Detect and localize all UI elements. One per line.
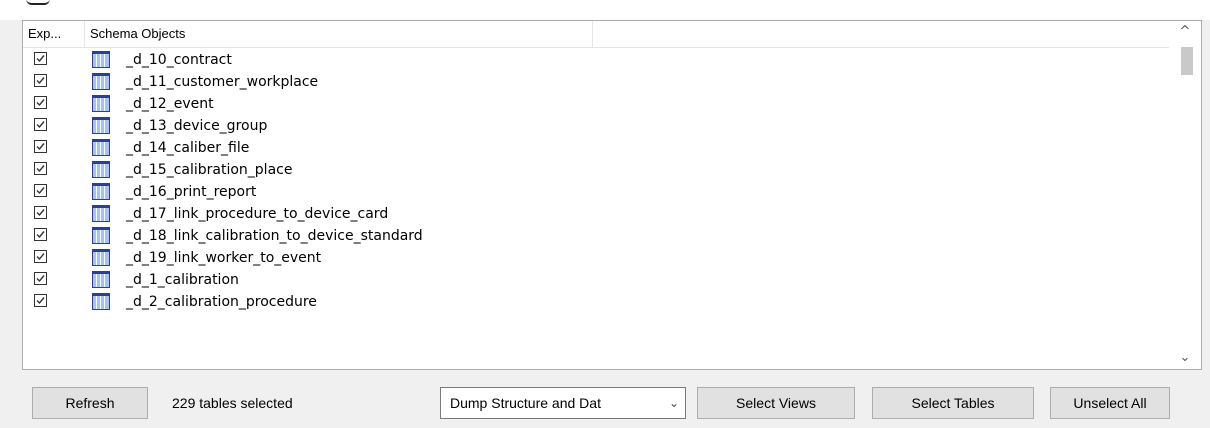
- table-row[interactable]: _d_16_print_report: [23, 181, 1169, 203]
- table-name: _d_1_calibration: [126, 272, 239, 288]
- table-name: _d_19_link_worker_to_event: [126, 250, 322, 266]
- table-row[interactable]: _d_14_caliber_file: [23, 137, 1169, 159]
- table-name: _d_17_link_procedure_to_device_card: [126, 206, 389, 222]
- export-checkbox[interactable]: [34, 162, 47, 175]
- table-row[interactable]: _d_12_event: [23, 93, 1169, 115]
- select-views-button[interactable]: Select Views: [697, 387, 855, 419]
- table-icon: [92, 249, 110, 266]
- refresh-button[interactable]: Refresh: [32, 387, 148, 419]
- export-checkbox[interactable]: [34, 228, 47, 241]
- clipped-text-fragment: [26, 0, 50, 5]
- table-row[interactable]: _d_13_device_group: [23, 115, 1169, 137]
- table-icon: [92, 139, 110, 156]
- table-icon: [92, 293, 110, 310]
- table-row[interactable]: _d_1_calibration: [23, 269, 1169, 291]
- export-checkbox[interactable]: [34, 74, 47, 87]
- unselect-all-button[interactable]: Unselect All: [1050, 387, 1170, 419]
- select-tables-button[interactable]: Select Tables: [872, 387, 1034, 419]
- list-header: Exp... Schema Objects: [23, 21, 1169, 48]
- export-checkbox[interactable]: [34, 250, 47, 263]
- table-name: _d_13_device_group: [126, 118, 268, 134]
- table-row[interactable]: _d_15_calibration_place: [23, 159, 1169, 181]
- table-icon: [92, 183, 110, 200]
- chevron-up-icon[interactable]: ^: [1169, 21, 1201, 43]
- scrollbar-thumb[interactable]: [1181, 47, 1193, 75]
- top-strip: [0, 0, 1210, 20]
- dump-mode-value: Dump Structure and Dat: [450, 395, 601, 411]
- export-checkbox[interactable]: [34, 96, 47, 109]
- dump-mode-select[interactable]: Dump Structure and Dat ⌄: [440, 387, 686, 419]
- table-icon: [92, 73, 110, 90]
- export-checkbox[interactable]: [34, 272, 47, 285]
- table-icon: [92, 161, 110, 178]
- table-row[interactable]: _d_2_calibration_procedure: [23, 291, 1169, 313]
- export-checkbox[interactable]: [34, 206, 47, 219]
- table-icon: [92, 227, 110, 244]
- table-icon: [92, 117, 110, 134]
- table-row[interactable]: _d_18_link_calibration_to_device_standar…: [23, 225, 1169, 247]
- table-name: _d_2_calibration_procedure: [126, 294, 317, 310]
- table-name: _d_11_customer_workplace: [126, 74, 319, 90]
- selection-status: 229 tables selected: [172, 395, 293, 411]
- column-header-schema-objects[interactable]: Schema Objects: [85, 21, 593, 47]
- table-row[interactable]: _d_17_link_procedure_to_device_card: [23, 203, 1169, 225]
- vertical-scrollbar[interactable]: ^ ⌄: [1169, 21, 1201, 369]
- table-name: _d_16_print_report: [126, 184, 257, 200]
- export-checkbox[interactable]: [34, 52, 47, 65]
- table-name: _d_15_calibration_place: [126, 162, 293, 178]
- export-checkbox[interactable]: [34, 118, 47, 131]
- export-checkbox[interactable]: [34, 184, 47, 197]
- table-icon: [92, 51, 110, 68]
- table-icon: [92, 271, 110, 288]
- export-checkbox[interactable]: [34, 294, 47, 307]
- table-icon: [92, 205, 110, 222]
- chevron-down-icon: ⌄: [668, 396, 679, 410]
- table-name: _d_10_contract: [126, 52, 232, 68]
- list-rows: _d_10_contract _d_11_customer_workplace _d…: [23, 49, 1169, 369]
- chevron-down-icon[interactable]: ⌄: [1169, 347, 1201, 369]
- table-name: _d_14_caliber_file: [126, 140, 250, 156]
- table-name: _d_18_link_calibration_to_device_standar…: [126, 228, 423, 244]
- table-row[interactable]: _d_10_contract: [23, 49, 1169, 71]
- column-header-export[interactable]: Exp...: [23, 21, 85, 47]
- export-checkbox[interactable]: [34, 140, 47, 153]
- table-name: _d_12_event: [126, 96, 214, 112]
- table-row[interactable]: _d_11_customer_workplace: [23, 71, 1169, 93]
- table-icon: [92, 95, 110, 112]
- schema-objects-list: Exp... Schema Objects _d_10_contract _d_1…: [22, 20, 1202, 370]
- table-row[interactable]: _d_19_link_worker_to_event: [23, 247, 1169, 269]
